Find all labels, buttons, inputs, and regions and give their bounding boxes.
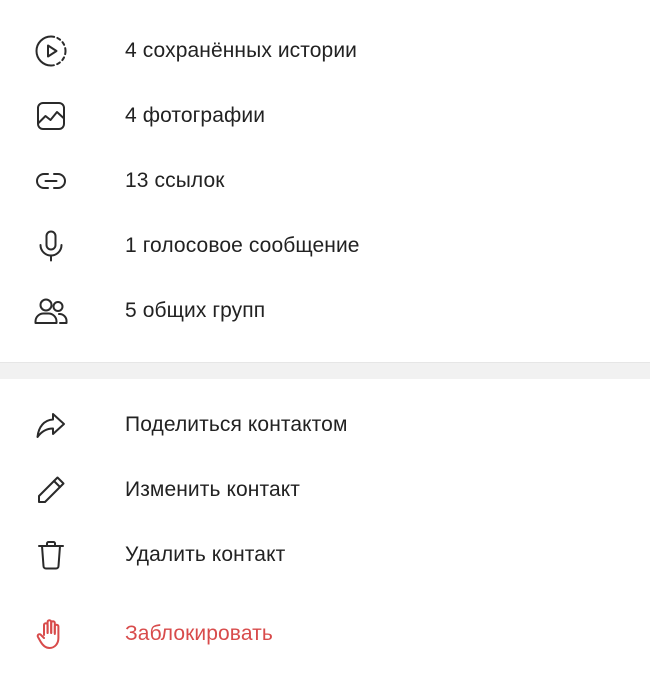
- block-user-row[interactable]: Заблокировать: [0, 609, 650, 659]
- voice-messages-row[interactable]: 1 голосовое сообщение: [0, 221, 650, 271]
- trash-icon: [33, 537, 69, 573]
- stories-icon: [33, 33, 69, 69]
- share-contact-label: Поделиться контактом: [125, 413, 348, 436]
- links-label: 13 ссылок: [125, 169, 225, 192]
- shared-media-section: 4 сохранённых истории 4 фотографии 13 сс…: [0, 0, 650, 362]
- share-contact-row[interactable]: Поделиться контактом: [0, 400, 650, 450]
- section-divider: [0, 362, 650, 379]
- voice-messages-label: 1 голосовое сообщение: [125, 234, 360, 257]
- photos-row[interactable]: 4 фотографии: [0, 91, 650, 141]
- block-user-label: Заблокировать: [125, 622, 273, 645]
- edit-contact-label: Изменить контакт: [125, 478, 300, 501]
- common-groups-row[interactable]: 5 общих групп: [0, 286, 650, 336]
- delete-contact-label: Удалить контакт: [125, 543, 286, 566]
- link-icon: [33, 163, 69, 199]
- edit-contact-row[interactable]: Изменить контакт: [0, 465, 650, 515]
- hand-icon: [33, 616, 69, 652]
- pencil-icon: [33, 472, 69, 508]
- contact-actions-section: Поделиться контактом Изменить контакт Уд…: [0, 379, 650, 687]
- links-row[interactable]: 13 ссылок: [0, 156, 650, 206]
- stories-label: 4 сохранённых истории: [125, 39, 357, 62]
- delete-contact-row[interactable]: Удалить контакт: [0, 530, 650, 580]
- common-groups-label: 5 общих групп: [125, 299, 266, 322]
- groups-icon: [33, 293, 69, 329]
- share-icon: [33, 407, 69, 443]
- photo-icon: [33, 98, 69, 134]
- stories-row[interactable]: 4 сохранённых истории: [0, 26, 650, 76]
- photos-label: 4 фотографии: [125, 104, 266, 127]
- microphone-icon: [33, 228, 69, 264]
